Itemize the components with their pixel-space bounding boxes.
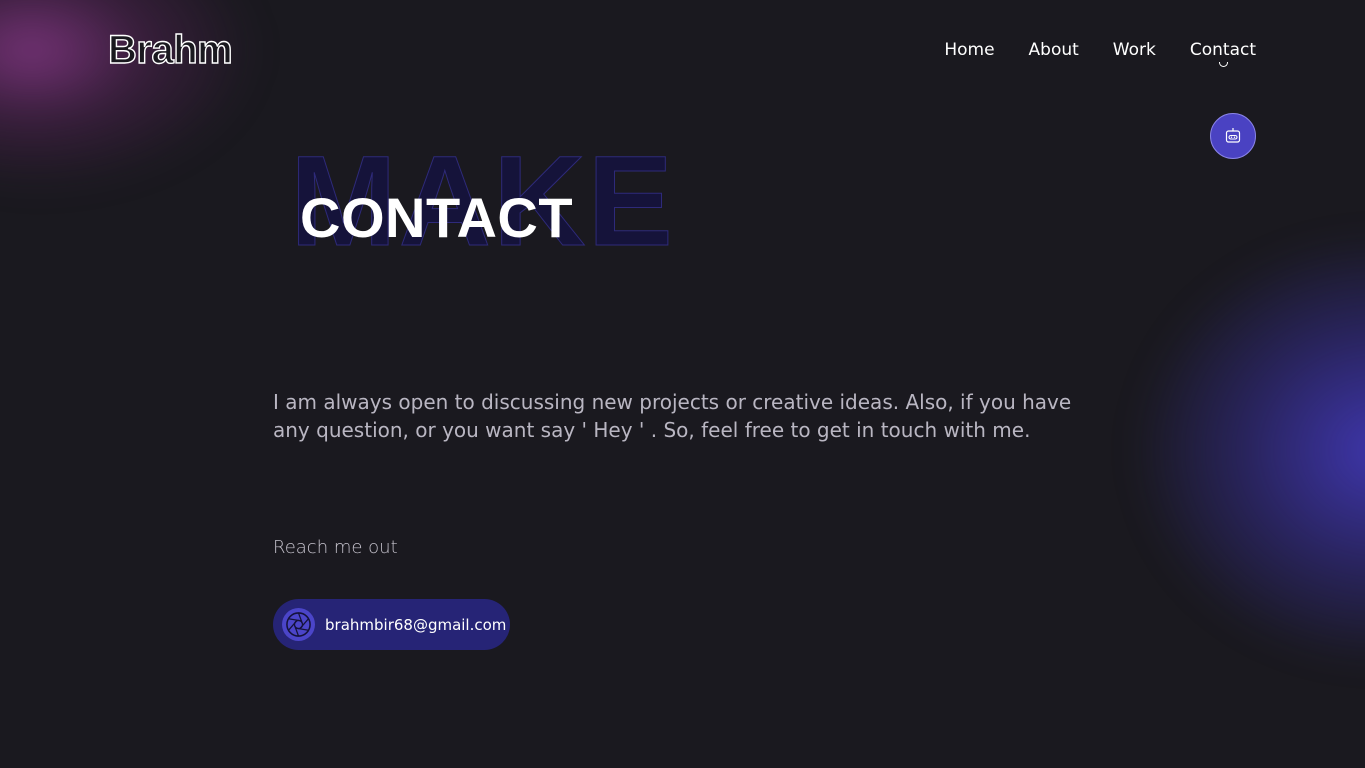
chatbot-button[interactable] (1210, 113, 1256, 159)
nav-home[interactable]: Home (944, 40, 994, 60)
contact-page: Brahm Home About Work Contact MAKE CONTA… (0, 0, 1365, 768)
page-title: CONTACT (300, 186, 574, 249)
email-address: brahmbir68@gmail.com (325, 615, 507, 634)
nav-work[interactable]: Work (1113, 40, 1156, 60)
nav-contact[interactable]: Contact (1189, 40, 1256, 67)
main-nav: Home About Work Contact (944, 40, 1256, 67)
reach-label: Reach me out (273, 537, 398, 558)
email-button[interactable]: brahmbir68@gmail.com (273, 599, 510, 650)
active-indicator-icon (1218, 62, 1228, 67)
aperture-icon (282, 608, 315, 641)
robot-icon (1225, 128, 1241, 143)
brand-logo[interactable]: Brahm (107, 27, 233, 73)
nav-contact-label: Contact (1189, 40, 1256, 60)
intro-paragraph: I am always open to discussing new proje… (273, 390, 1072, 442)
blue-glow-decoration (1130, 230, 1365, 670)
nav-about[interactable]: About (1029, 40, 1079, 60)
